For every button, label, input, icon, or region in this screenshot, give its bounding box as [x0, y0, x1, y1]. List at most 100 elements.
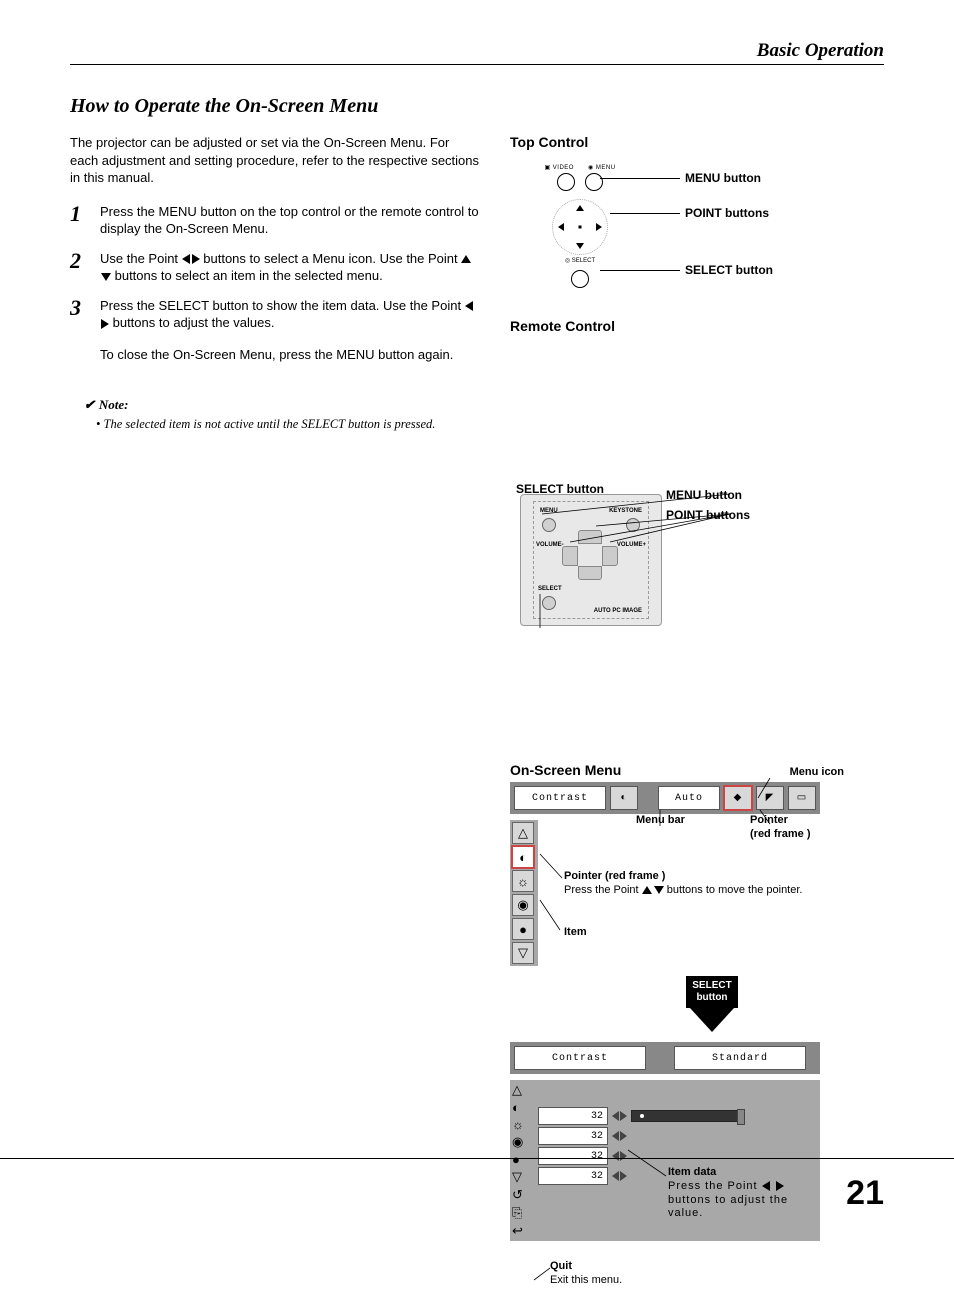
menu-icon-2: ◆	[724, 786, 752, 810]
color-icon: ◉	[512, 894, 534, 916]
pointer-red-frame-title: Pointer (red frame )	[564, 870, 802, 884]
left-button	[562, 546, 578, 566]
right-button	[602, 546, 618, 566]
select-label: ◎ SELECT	[530, 257, 630, 264]
tint-icon: ●	[512, 1152, 536, 1167]
adjust-arrows	[612, 1151, 627, 1161]
right-arrow-icon	[101, 319, 109, 329]
menu-button	[585, 173, 603, 191]
slider	[631, 1110, 743, 1122]
adjust-arrows	[612, 1111, 627, 1121]
select-label: SELECT	[538, 586, 562, 592]
contrast-cell: Contrast	[514, 786, 606, 810]
up-arrow-icon	[461, 255, 471, 263]
side-panel-2: △ ◐ ☼ ◉ ● ▽ ↺ ⎘ ↩	[510, 1080, 538, 1241]
step-number: 1	[70, 203, 88, 238]
value-row: 32	[538, 1147, 817, 1165]
point-buttons-label: POINT buttons	[666, 508, 750, 522]
osm-caption: On-Screen Menu	[510, 762, 621, 778]
page-title: How to Operate the On-Screen Menu	[70, 95, 884, 118]
item-label: Item	[564, 926, 587, 940]
menu-bar-2: Contrast Standard	[510, 1042, 820, 1074]
menu-icon-1: ◐	[610, 786, 638, 810]
down-icon: ▽	[512, 942, 534, 964]
menu-button	[542, 518, 556, 532]
menu-icon-3: ◤	[756, 786, 784, 810]
down-button	[578, 566, 602, 580]
value-row: 32	[538, 1127, 817, 1145]
menu-label: MENU	[540, 508, 558, 514]
value-box: 32	[538, 1147, 608, 1165]
contrast-cell: Contrast	[514, 1046, 646, 1070]
contrast-icon: ◐	[512, 846, 534, 868]
store-icon: ⎘	[512, 1205, 536, 1221]
right-arrow-icon	[192, 254, 200, 264]
top-control-diagram: ▣ VIDEO◉ MENU ◎ SELECT MENU button POINT…	[510, 158, 884, 298]
adjust-arrows	[612, 1131, 627, 1141]
value-box: 32	[538, 1127, 608, 1145]
step-number: 3	[70, 297, 88, 380]
step-number: 2	[70, 250, 88, 285]
item-data-title: Item data	[668, 1166, 818, 1180]
menu-button-label: MENU button	[666, 488, 742, 502]
up-icon: △	[512, 1082, 536, 1098]
select-button	[542, 596, 556, 610]
tint-icon: ●	[512, 918, 534, 940]
color-icon: ◉	[512, 1134, 536, 1150]
dpad	[552, 199, 608, 255]
select-button-label: SELECT button	[685, 263, 773, 277]
video-label: ▣ VIDEO	[544, 164, 574, 171]
video-button	[557, 173, 575, 191]
step-2: 2 Use the Point buttons to select a Menu…	[70, 250, 480, 285]
value-box: 32	[538, 1167, 608, 1185]
menu-bar: Contrast ◐ Auto ◆ ◤ ▭	[510, 782, 820, 814]
auto-cell: Auto	[658, 786, 720, 810]
up-icon: △	[512, 822, 534, 844]
step-body: Press the SELECT button to show the item…	[100, 297, 480, 380]
select-button	[571, 270, 589, 288]
step-3: 3 Press the SELECT button to show the it…	[70, 297, 480, 380]
item-data-text: Press the Point buttons to adjust the va…	[668, 1180, 788, 1220]
autopc-label: AUTO PC IMAGE	[594, 608, 642, 614]
value-box: 32	[538, 1107, 608, 1125]
keystone-label: KEYSTONE	[609, 508, 642, 514]
pointer-instruction: Press the Point buttons to move the poin…	[564, 884, 802, 896]
top-control-caption: Top Control	[510, 134, 884, 150]
select-button-box: SELECT button	[686, 976, 737, 1008]
down-arrow-icon	[690, 1008, 734, 1032]
left-arrow-icon	[182, 254, 190, 264]
point-buttons-label: POINT buttons	[685, 206, 769, 220]
step-body: Use the Point buttons to select a Menu i…	[100, 250, 480, 285]
up-button	[578, 530, 602, 544]
menu-label: ◉ MENU	[588, 164, 616, 171]
menu-icon-label: Menu icon	[790, 766, 844, 778]
volume-plus-label: VOLUME+	[617, 542, 646, 548]
quit-text: Exit this menu.	[550, 1274, 622, 1286]
note-text: • The selected item is not active until …	[96, 417, 480, 432]
brightness-icon: ☼	[512, 1117, 536, 1132]
contrast-icon: ◐	[512, 1100, 536, 1115]
adjust-arrows	[612, 1171, 627, 1181]
remote-control-diagram: MENU button POINT buttons MENU KEYSTONE …	[510, 482, 884, 652]
intro-text: The projector can be adjusted or set via…	[70, 134, 480, 187]
menu-icon-4: ▭	[788, 786, 816, 810]
side-panel: △ ◐ ☼ ◉ ● ▽	[510, 820, 538, 966]
brightness-icon: ☼	[512, 870, 534, 892]
page-number: 21	[846, 1174, 884, 1213]
quit-icon: ↩	[512, 1223, 536, 1239]
standard-cell: Standard	[674, 1046, 806, 1070]
keystone-button	[626, 518, 640, 532]
down-icon: ▽	[512, 1169, 536, 1185]
reset-icon: ↺	[512, 1187, 536, 1203]
remote-control-caption: Remote Control	[510, 318, 884, 334]
quit-title: Quit	[550, 1260, 622, 1274]
volume-minus-label: VOLUME-	[536, 542, 564, 548]
down-arrow-icon	[101, 273, 111, 281]
select-arrow: SELECT button	[540, 976, 884, 1032]
note-heading: ✔Note:	[84, 397, 480, 413]
step-1: 1 Press the MENU button on the top contr…	[70, 203, 480, 238]
section-header: Basic Operation	[70, 40, 884, 65]
step-body: Press the MENU button on the top control…	[100, 203, 480, 238]
check-icon: ✔	[84, 397, 95, 412]
left-arrow-icon	[465, 301, 473, 311]
